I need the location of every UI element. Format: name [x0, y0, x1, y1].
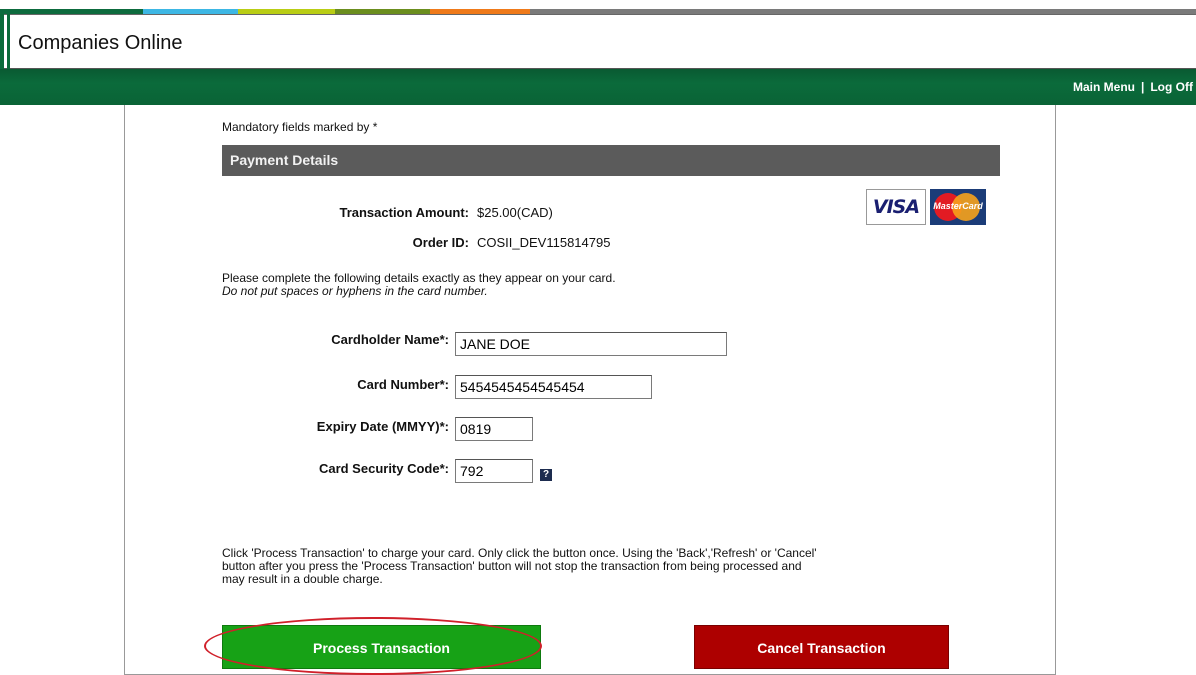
card-number-label: Card Number*: [357, 377, 449, 392]
visa-logo-text: VISA [872, 196, 920, 218]
card-number-field[interactable] [455, 375, 652, 399]
visa-logo: VISA [866, 189, 926, 225]
section-header: Payment Details [222, 145, 1000, 176]
title-accent [7, 14, 10, 69]
card-instructions: Please complete the following details ex… [222, 272, 616, 298]
expiry-date-field[interactable] [455, 417, 533, 441]
nav-bar [0, 69, 1196, 105]
double-charge-notice: Click 'Process Transaction' to charge yo… [222, 547, 1012, 586]
cardholder-name-field[interactable] [455, 332, 727, 356]
mastercard-logo: MasterCard [930, 189, 986, 225]
security-code-label: Card Security Code*: [318, 461, 449, 476]
title-accent [0, 14, 4, 69]
transaction-amount-value: $25.00(CAD) [477, 205, 553, 220]
transaction-amount-label: Transaction Amount: [339, 205, 469, 220]
mandatory-note: Mandatory fields marked by * [222, 120, 378, 134]
app-title: Companies Online [18, 32, 183, 54]
log-off-link[interactable]: Log Off [1150, 80, 1193, 94]
expiry-date-label: Expiry Date (MMYY)*: [316, 419, 449, 434]
main-menu-link[interactable]: Main Menu [1073, 80, 1135, 94]
mastercard-logo-text: MasterCard [933, 201, 983, 211]
security-code-field[interactable] [455, 459, 533, 483]
help-icon[interactable]: ? [540, 469, 552, 481]
nav-links: Main Menu | Log Off [1073, 80, 1193, 94]
nav-separator: | [1140, 80, 1145, 94]
notice-line: may result in a double charge. [222, 572, 383, 586]
order-id-value: COSII_DEV115814795 [477, 235, 611, 250]
cardholder-name-label: Cardholder Name*: [331, 332, 449, 347]
highlight-annotation-oval [204, 617, 542, 675]
order-id-label: Order ID: [412, 235, 469, 250]
instructions-line-italic: Do not put spaces or hyphens in the card… [222, 284, 488, 298]
cancel-transaction-button[interactable]: Cancel Transaction [694, 625, 949, 669]
